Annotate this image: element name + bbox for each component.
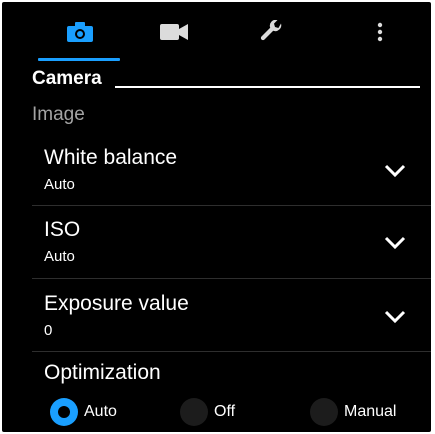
video-icon [160,24,188,40]
camera-settings-panel: Camera Image White balance Auto ISO Auto… [2,2,431,432]
settings-tab-bar [2,2,431,64]
section-title-rule [115,86,420,88]
setting-exposure-value[interactable]: Exposure value 0 [32,292,431,364]
setting-iso[interactable]: ISO Auto [32,218,431,290]
divider [32,278,431,279]
radio-manual[interactable]: Manual [310,398,396,426]
chevron-down-icon[interactable] [384,236,406,250]
tab-tools[interactable] [242,12,302,52]
tab-video[interactable] [144,12,204,52]
setting-value: Auto [44,176,75,193]
divider [32,205,431,206]
section-subtitle: Image [32,104,85,125]
chevron-down-icon[interactable] [384,164,406,178]
setting-title: White balance [44,146,178,169]
active-tab-indicator [38,58,120,61]
wrench-icon [260,20,282,41]
radio-unselected-indicator [310,398,338,426]
radio-label: Off [214,403,236,420]
setting-white-balance[interactable]: White balance Auto [32,146,431,218]
radio-label: Auto [84,403,117,420]
chevron-down-icon[interactable] [384,310,406,324]
setting-value: 0 [44,322,53,339]
divider [32,351,431,352]
radio-selected-indicator [50,398,78,426]
section-title: Camera [32,68,102,89]
more-vertical-icon [377,22,383,42]
radio-auto[interactable]: Auto [50,398,117,426]
radio-off[interactable]: Off [180,398,235,426]
tab-more[interactable] [350,12,410,52]
setting-title: ISO [44,218,81,241]
tab-camera[interactable] [50,12,110,52]
setting-title: Exposure value [44,292,189,315]
camera-icon [67,22,93,42]
radio-unselected-indicator [180,398,208,426]
optimization-title: Optimization [44,361,161,384]
radio-label: Manual [344,403,397,420]
optimization-radio-group: Auto Off Manual [2,398,431,432]
setting-value: Auto [44,248,75,265]
